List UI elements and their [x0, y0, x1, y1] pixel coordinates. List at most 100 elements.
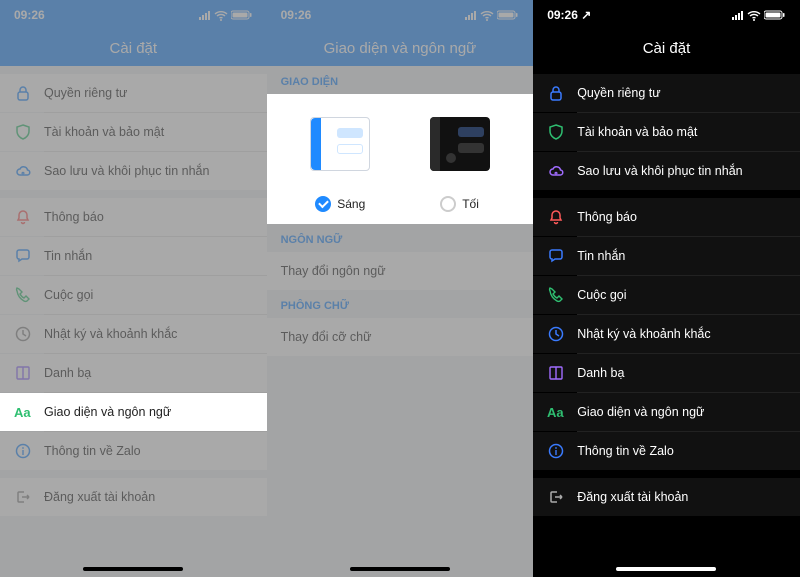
bell-icon — [547, 208, 569, 226]
row-label: Nhật ký và khoảnh khắc — [569, 327, 776, 341]
row-label: Thay đổi ngôn ngữ — [281, 264, 510, 278]
radio-selected-icon — [315, 196, 331, 212]
row-label: Tin nhắn — [569, 249, 776, 263]
section-3: Đăng xuất tài khoản — [533, 478, 800, 516]
status-bar: 09:26 ↗ — [533, 0, 800, 30]
clock-icon — [14, 325, 36, 343]
row-change-language[interactable]: Thay đổi ngôn ngữ — [267, 252, 534, 290]
shield-icon — [547, 123, 569, 141]
settings-row-bell[interactable]: Thông báo — [533, 198, 800, 236]
signal-icon — [732, 11, 744, 20]
panel-1-settings: 09:26 Cài đặt Quyền riêng tư Tài khoản và… — [0, 0, 267, 577]
settings-row-logout[interactable]: Đăng xuất tài khoản — [533, 478, 800, 516]
header-title: Giao diện và ngôn ngữ — [324, 40, 477, 57]
status-bar: 09:26 — [267, 0, 534, 30]
chevron-right-icon — [243, 446, 253, 456]
row-label: Đăng xuất tài khoản — [569, 490, 776, 504]
chevron-right-icon — [776, 166, 786, 176]
row-label: Tài khoản và bảo mật — [36, 125, 243, 139]
row-label: Giao diện và ngôn ngữ — [36, 405, 243, 419]
chevron-right-icon — [243, 368, 253, 378]
chevron-right-icon — [776, 212, 786, 222]
wifi-icon — [214, 10, 228, 21]
chevron-right-icon — [776, 88, 786, 98]
home-indicator[interactable] — [350, 567, 450, 571]
status-bar: 09:26 — [0, 0, 267, 30]
row-label: Quyền riêng tư — [36, 86, 243, 100]
cloud-icon — [547, 162, 569, 180]
settings-row-lock[interactable]: Quyền riêng tư — [0, 74, 267, 112]
chevron-right-icon — [243, 407, 253, 417]
theme-preview-dark[interactable] — [415, 104, 505, 184]
wifi-icon — [747, 10, 761, 21]
row-label: Giao diện và ngôn ngữ — [569, 405, 776, 419]
location-icon: ↗ — [581, 8, 591, 22]
status-time: 09:26 — [14, 8, 45, 22]
header: Cài đặt — [533, 30, 800, 66]
cloud-icon — [14, 162, 36, 180]
header: Cài đặt — [0, 30, 267, 66]
aa-icon — [547, 403, 569, 421]
settings-row-phone[interactable]: Cuộc gọi — [0, 276, 267, 314]
row-label: Tài khoản và bảo mật — [569, 125, 776, 139]
row-label: Thông tin về Zalo — [569, 444, 776, 458]
clock-icon — [547, 325, 569, 343]
back-button[interactable] — [545, 39, 563, 57]
wifi-icon — [480, 10, 494, 21]
info-icon — [547, 442, 569, 460]
header-title: Cài đặt — [110, 40, 158, 57]
chevron-right-icon — [243, 251, 253, 261]
book-icon — [14, 364, 36, 382]
settings-row-chat[interactable]: Tin nhắn — [0, 237, 267, 275]
radio-unselected-icon — [440, 196, 456, 212]
panel-2-ui-language: 09:26 Giao diện và ngôn ngữ GIAO DIỆN Sá… — [267, 0, 534, 577]
settings-row-cloud[interactable]: Sao lưu và khôi phục tin nhắn — [533, 152, 800, 190]
row-change-font-size[interactable]: Thay đổi cỡ chữ — [267, 318, 534, 356]
home-indicator[interactable] — [616, 567, 716, 571]
chevron-right-icon — [776, 290, 786, 300]
settings-row-lock[interactable]: Quyền riêng tư — [533, 74, 800, 112]
theme-option-dark[interactable]: Tối — [415, 196, 505, 212]
back-button[interactable] — [279, 39, 297, 57]
settings-row-info[interactable]: Thông tin về Zalo — [0, 432, 267, 470]
logout-icon — [547, 488, 569, 506]
signal-icon — [465, 11, 477, 20]
settings-row-clock[interactable]: Nhật ký và khoảnh khắc — [0, 315, 267, 353]
settings-row-bell[interactable]: Thông báo — [0, 198, 267, 236]
theme-dark-label: Tối — [462, 197, 479, 211]
signal-icon — [199, 11, 211, 20]
settings-row-phone[interactable]: Cuộc gọi — [533, 276, 800, 314]
row-label: Danh bạ — [569, 366, 776, 380]
bell-icon — [14, 208, 36, 226]
battery-icon — [231, 10, 253, 20]
home-indicator[interactable] — [83, 567, 183, 571]
back-button[interactable] — [12, 39, 30, 57]
row-label: Thay đổi cỡ chữ — [281, 330, 510, 344]
chevron-right-icon — [509, 332, 519, 342]
settings-row-shield[interactable]: Tài khoản và bảo mật — [0, 113, 267, 151]
settings-row-book[interactable]: Danh bạ — [533, 354, 800, 392]
chevron-right-icon — [776, 446, 786, 456]
theme-option-light[interactable]: Sáng — [295, 196, 385, 212]
chevron-right-icon — [243, 290, 253, 300]
settings-row-chat[interactable]: Tin nhắn — [533, 237, 800, 275]
settings-row-info[interactable]: Thông tin về Zalo — [533, 432, 800, 470]
settings-row-clock[interactable]: Nhật ký và khoảnh khắc — [533, 315, 800, 353]
chevron-right-icon — [776, 127, 786, 137]
row-label: Tin nhắn — [36, 249, 243, 263]
settings-row-aa[interactable]: Giao diện và ngôn ngữ — [0, 393, 267, 431]
settings-row-book[interactable]: Danh bạ — [0, 354, 267, 392]
theme-preview-light[interactable] — [295, 104, 385, 184]
phone-icon — [14, 286, 36, 304]
settings-row-cloud[interactable]: Sao lưu và khôi phục tin nhắn — [0, 152, 267, 190]
section-title-ui: GIAO DIỆN — [267, 66, 534, 94]
aa-icon — [14, 403, 36, 421]
book-icon — [547, 364, 569, 382]
settings-row-shield[interactable]: Tài khoản và bảo mật — [533, 113, 800, 151]
settings-row-aa[interactable]: Giao diện và ngôn ngữ — [533, 393, 800, 431]
section-title-font: PHÔNG CHỮ — [267, 290, 534, 318]
lock-icon — [14, 84, 36, 102]
section-1: Quyền riêng tư Tài khoản và bảo mật Sao lư… — [533, 74, 800, 190]
settings-row-logout[interactable]: Đăng xuất tài khoản — [0, 478, 267, 516]
lock-icon — [547, 84, 569, 102]
